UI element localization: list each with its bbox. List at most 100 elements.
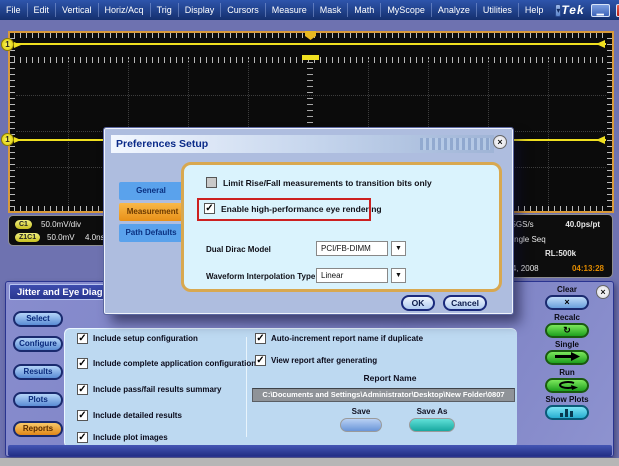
- ch1-scale: 50.0mV/div: [41, 220, 81, 229]
- nav-configure-button[interactable]: Configure: [13, 336, 63, 352]
- zoom-position-indicator[interactable]: [302, 55, 319, 60]
- loop-arrow-icon: [556, 380, 578, 390]
- clear-button[interactable]: ×: [545, 295, 589, 310]
- menu-file[interactable]: File: [0, 3, 28, 17]
- trace-end-arrow-icon: [596, 40, 605, 48]
- option-view-report[interactable]: View report after generating: [255, 355, 377, 366]
- preferences-setup-dialog: Preferences Setup × General Measurement …: [104, 128, 513, 314]
- report-path-field[interactable]: C:\Documents and Settings\Administrator\…: [252, 388, 515, 402]
- menu-horiz-acq[interactable]: Horiz/Acq: [99, 3, 151, 17]
- option-include-passfail[interactable]: Include pass/fail results summary: [77, 384, 222, 395]
- ok-button[interactable]: OK: [401, 295, 435, 311]
- zoom1-scale: 50.0mV: [47, 233, 75, 242]
- minimize-icon: ▁: [597, 5, 604, 15]
- tek-logo: Tek: [561, 3, 584, 17]
- show-plots-button[interactable]: [545, 405, 589, 420]
- zoom1-badge: Z1C1: [15, 233, 40, 242]
- checkbox-unchecked[interactable]: [206, 177, 217, 188]
- save-as-label: Save As: [402, 407, 462, 416]
- resolution: 40.0ps/pt: [565, 220, 600, 229]
- checkbox-checked[interactable]: [77, 333, 88, 344]
- save-as-button[interactable]: [409, 418, 455, 432]
- interpolation-label: Waveform Interpolation Type: [206, 272, 315, 281]
- run-label: Run: [529, 368, 605, 377]
- close-app-button[interactable]: ✕: [616, 4, 619, 17]
- interpolation-select[interactable]: Linear: [316, 268, 388, 283]
- checkbox-checked[interactable]: [77, 358, 88, 369]
- menu-edit[interactable]: Edit: [28, 3, 57, 17]
- checkbox-checked[interactable]: [255, 333, 266, 344]
- clear-label: Clear: [529, 285, 605, 294]
- nav-reports-button[interactable]: Reports: [13, 421, 63, 437]
- checkbox-checked[interactable]: [77, 384, 88, 395]
- menu-display[interactable]: Display: [179, 3, 222, 17]
- menu-myscope[interactable]: MyScope: [381, 3, 432, 17]
- arrow-down-icon: ▾: [556, 6, 560, 15]
- trace-end-arrow-icon: [596, 136, 605, 144]
- menu-analyze[interactable]: Analyze: [432, 3, 477, 17]
- menu-cursors[interactable]: Cursors: [221, 3, 266, 17]
- right-arrow-icon: [554, 352, 580, 361]
- zoom1-timebase: 4.0ns: [85, 233, 105, 242]
- nav-plots-button[interactable]: Plots: [13, 392, 63, 408]
- tab-general[interactable]: General: [119, 182, 183, 200]
- dual-dirac-label: Dual Dirac Model: [206, 245, 271, 254]
- cancel-button[interactable]: Cancel: [443, 295, 487, 311]
- ch1-badge: C1: [15, 220, 32, 229]
- run-button[interactable]: [545, 378, 589, 393]
- oscilloscope-screen: File Edit Vertical Horiz/Acq Trig Displa…: [0, 0, 619, 466]
- option-include-complete-config[interactable]: Include complete application configurati…: [77, 358, 256, 369]
- menu-math[interactable]: Math: [348, 3, 381, 17]
- dual-dirac-dropdown-button[interactable]: ▼: [391, 241, 406, 256]
- option-include-plot-images[interactable]: Include plot images: [77, 432, 168, 443]
- report-name-label: Report Name: [265, 373, 515, 383]
- dialog-close-button[interactable]: ×: [493, 135, 507, 149]
- record-length: RL:500k: [545, 249, 576, 258]
- channel1-zoom-marker[interactable]: 1: [1, 133, 14, 146]
- channel1-marker[interactable]: 1: [1, 38, 14, 51]
- waveform-trace-ch1-overview[interactable]: [12, 43, 606, 45]
- refresh-arrow-icon: ↻: [563, 325, 571, 335]
- minimize-button[interactable]: ▁: [591, 4, 610, 17]
- dual-dirac-select[interactable]: PCI/FB-DIMM: [316, 241, 388, 256]
- menu-vertical[interactable]: Vertical: [56, 3, 99, 17]
- menu-utilities[interactable]: Utilities: [477, 3, 519, 17]
- panel-divider: [246, 337, 247, 437]
- menu-help[interactable]: Help: [519, 3, 550, 17]
- single-button[interactable]: [545, 350, 589, 365]
- menu-bar: File Edit Vertical Horiz/Acq Trig Displa…: [0, 0, 619, 20]
- checkbox-checked[interactable]: [77, 432, 88, 443]
- option-limit-risefall[interactable]: Limit Rise/Fall measurements to transiti…: [206, 177, 432, 188]
- clear-x-icon: ×: [564, 297, 569, 307]
- save-button[interactable]: [340, 418, 382, 432]
- menu-trig[interactable]: Trig: [151, 3, 179, 17]
- graticule-left-ticks: [10, 37, 15, 207]
- checkbox-checked[interactable]: [255, 355, 266, 366]
- close-icon: ×: [497, 137, 502, 147]
- titlebar-texture: [420, 138, 490, 150]
- single-label: Single: [529, 340, 605, 349]
- time-readout: 04:13:28: [572, 264, 604, 273]
- interpolation-dropdown-button[interactable]: ▼: [391, 268, 406, 283]
- jitter-window-bottom-bar: [8, 445, 612, 456]
- measurement-tab-content: Limit Rise/Fall measurements to transiti…: [181, 162, 502, 292]
- highlight-annotation: [197, 198, 371, 221]
- chevron-down-icon: ▼: [395, 245, 402, 252]
- option-include-detailed[interactable]: Include detailed results: [77, 410, 182, 421]
- recalc-label: Recalc: [529, 313, 605, 322]
- tab-measurement[interactable]: Measurement: [119, 203, 186, 221]
- option-include-setup[interactable]: Include setup configuration: [77, 333, 198, 344]
- chevron-down-icon: ▼: [395, 272, 402, 279]
- tab-path-defaults[interactable]: Path Defaults: [119, 224, 183, 242]
- checkbox-checked[interactable]: [77, 410, 88, 421]
- graticule-center-ruler: [307, 59, 313, 135]
- menu-mask[interactable]: Mask: [314, 3, 349, 17]
- recalc-button[interactable]: ↻: [545, 323, 589, 338]
- graticule-right-ticks: [607, 37, 612, 207]
- show-plots-label: Show Plots: [529, 395, 605, 404]
- nav-results-button[interactable]: Results: [13, 364, 63, 380]
- dialog-title-bar[interactable]: Preferences Setup: [111, 135, 494, 153]
- nav-select-button[interactable]: Select: [13, 311, 63, 327]
- menu-measure[interactable]: Measure: [266, 3, 314, 17]
- option-auto-increment[interactable]: Auto-increment report name if duplicate: [255, 333, 423, 344]
